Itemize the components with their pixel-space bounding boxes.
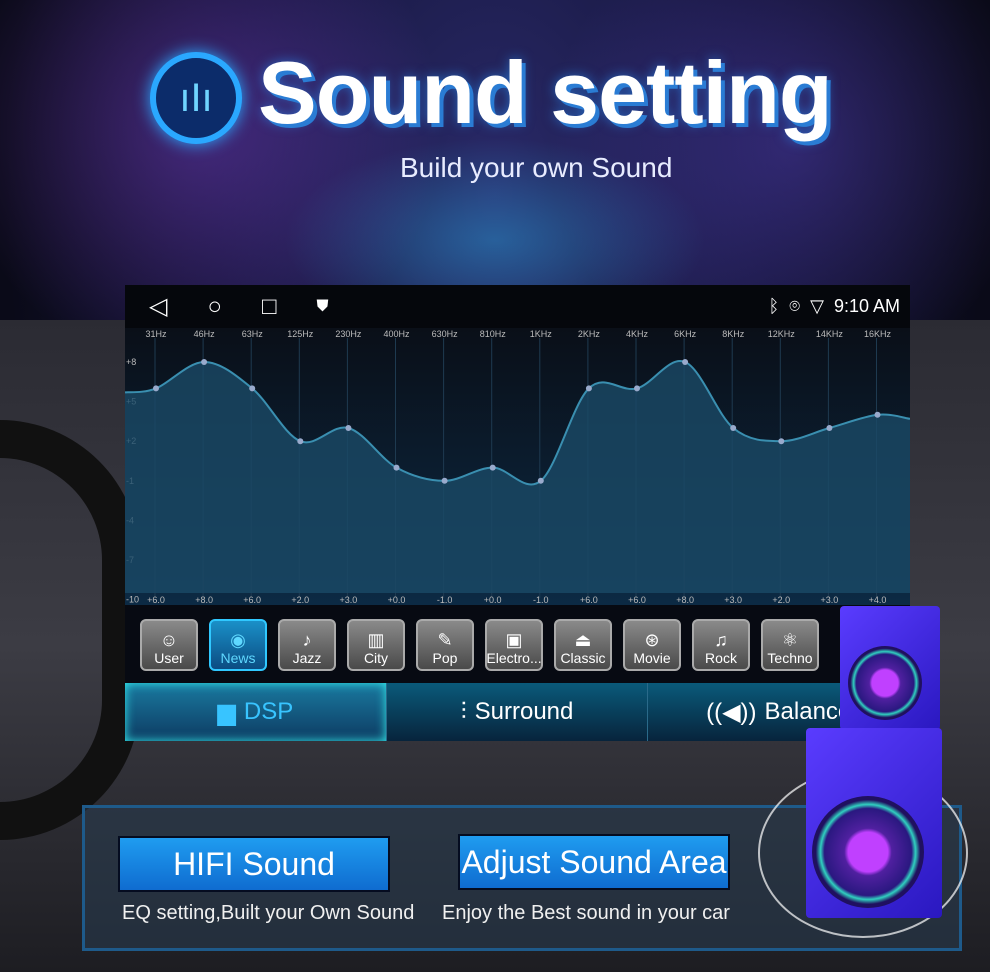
x-tick-label: 31Hz bbox=[145, 329, 167, 339]
value-label: +8.0 bbox=[676, 595, 694, 605]
speaker-bottom bbox=[806, 728, 942, 918]
value-label: -1.0 bbox=[437, 595, 453, 605]
gramophone-icon: ⏏ bbox=[574, 630, 592, 650]
recents-icon[interactable]: □ bbox=[262, 293, 277, 321]
preset-bar: ☺ User ◉ News ♪ Jazz ▥ City ✎ Pop ▣ Electro... ⏏ Clas… bbox=[125, 605, 910, 683]
eq-band-point bbox=[201, 359, 208, 365]
value-label: +6.0 bbox=[243, 595, 261, 605]
value-label: +0.0 bbox=[484, 595, 502, 605]
eq-band-point bbox=[585, 385, 592, 392]
building-icon: ▥ bbox=[367, 630, 385, 650]
x-tick-label: 6KHz bbox=[674, 329, 697, 339]
tab-dsp[interactable]: ▆ DSP bbox=[125, 683, 387, 741]
tab-surround[interactable]: ⫶ Surround bbox=[387, 683, 649, 741]
x-tick-label: 16KHz bbox=[864, 329, 892, 339]
eq-band-point bbox=[297, 438, 304, 445]
equalizer-bars-icon: ▆ bbox=[217, 698, 236, 726]
value-label: +6.0 bbox=[147, 595, 165, 605]
x-tick-label: 4KHz bbox=[626, 329, 649, 339]
preset-news-button[interactable]: ◉ News bbox=[209, 619, 267, 671]
adjust-sound-area-button[interactable]: Adjust Sound Area bbox=[458, 834, 730, 890]
eq-band-point bbox=[393, 464, 400, 471]
head-unit-screen: ◁ ○ □ ⛊ ᛒ ⌾ ▽ 9:10 AM 31Hz +6.0 46Hz +8.0 63… bbox=[125, 285, 911, 741]
eq-band-point bbox=[489, 464, 496, 471]
preset-classic-button[interactable]: ⏏ Classic bbox=[554, 619, 612, 671]
x-tick-label: 8KHz bbox=[722, 329, 745, 339]
preset-pop-button[interactable]: ✎ Pop bbox=[416, 619, 474, 671]
eq-band-point bbox=[874, 411, 881, 418]
tab-bar: ▆ DSP ⫶ Surround ((◀)) Balance bbox=[125, 683, 911, 741]
location-icon: ⌾ bbox=[789, 296, 801, 316]
x-tick-label: 400Hz bbox=[383, 329, 410, 339]
wifi-icon: ▽ bbox=[810, 296, 824, 316]
x-tick-label: 810Hz bbox=[480, 329, 507, 339]
saxophone-icon: ♪ bbox=[302, 630, 312, 650]
user-icon: ☺ bbox=[159, 630, 179, 650]
preset-city-button[interactable]: ▥ City bbox=[347, 619, 405, 671]
shield-icon: ⛊ bbox=[316, 297, 329, 315]
sliders-icon: ⫶ bbox=[460, 698, 467, 725]
x-tick-label: 12KHz bbox=[768, 329, 796, 339]
chip-icon: ▣ bbox=[505, 630, 523, 650]
page-title: Sound setting bbox=[258, 43, 833, 142]
eq-band-point bbox=[778, 438, 785, 445]
eq-band-point bbox=[345, 425, 352, 431]
value-label: +8.0 bbox=[195, 595, 213, 605]
eq-band-point bbox=[634, 385, 640, 392]
eq-band-point bbox=[537, 477, 544, 484]
x-tick-label: 46Hz bbox=[194, 329, 216, 339]
film-reel-icon: ⊛ bbox=[644, 630, 660, 650]
preset-jazz-button[interactable]: ♪ Jazz bbox=[278, 619, 336, 671]
value-label: +0.0 bbox=[388, 595, 406, 605]
x-tick-label: 2KHz bbox=[578, 329, 601, 339]
equalizer-icon: ıIı bbox=[150, 52, 242, 144]
preset-techno-button[interactable]: ⚛ Techno bbox=[761, 619, 819, 671]
news-icon: ◉ bbox=[230, 630, 246, 650]
preset-movie-button[interactable]: ⊛ Movie bbox=[623, 619, 681, 671]
eq-band-point bbox=[249, 385, 256, 392]
preset-electro-button[interactable]: ▣ Electro... bbox=[485, 619, 543, 671]
value-label: +2.0 bbox=[291, 595, 309, 605]
value-label: -1.0 bbox=[533, 595, 549, 605]
value-label: +3.0 bbox=[821, 595, 839, 605]
value-label: +4.0 bbox=[869, 595, 887, 605]
eq-band-point bbox=[682, 359, 689, 365]
y-tick-label: +8 bbox=[126, 357, 136, 367]
eq-band-point bbox=[153, 385, 159, 392]
y-tick-label: -10 bbox=[126, 595, 139, 605]
value-label: +2.0 bbox=[772, 595, 790, 605]
preset-rock-button[interactable]: ♫ Rock bbox=[692, 619, 750, 671]
eq-band-point bbox=[441, 477, 448, 484]
status-bar: ◁ ○ □ ⛊ ᛒ ⌾ ▽ 9:10 AM bbox=[125, 285, 910, 328]
eq-curve-fill bbox=[125, 361, 910, 593]
back-icon[interactable]: ◁ bbox=[149, 292, 167, 321]
x-tick-label: 14KHz bbox=[816, 329, 844, 339]
speaker-top bbox=[840, 606, 940, 730]
x-tick-label: 230Hz bbox=[335, 329, 362, 339]
speaker-icon: ((◀)) bbox=[706, 698, 757, 726]
atom-icon: ⚛ bbox=[781, 630, 799, 650]
hifi-sound-button[interactable]: HIFI Sound bbox=[118, 836, 390, 892]
home-icon[interactable]: ○ bbox=[207, 293, 222, 321]
preset-user-button[interactable]: ☺ User bbox=[140, 619, 198, 671]
value-label: +6.0 bbox=[628, 595, 646, 605]
x-tick-label: 63Hz bbox=[242, 329, 264, 339]
value-label: +3.0 bbox=[340, 595, 358, 605]
microphone-icon: ✎ bbox=[437, 630, 453, 650]
bluetooth-icon: ᛒ bbox=[768, 296, 780, 316]
eq-chart[interactable]: 31Hz +6.0 46Hz +8.0 63Hz +6.0 125Hz +2.0 230Hz +3… bbox=[125, 328, 910, 605]
x-tick-label: 630Hz bbox=[432, 329, 459, 339]
eq-band-point bbox=[730, 425, 737, 431]
x-tick-label: 125Hz bbox=[287, 329, 314, 339]
adjust-caption: Enjoy the Best sound in your car bbox=[442, 902, 730, 924]
x-tick-label: 1KHz bbox=[530, 329, 553, 339]
hifi-caption: EQ setting,Built your Own Sound bbox=[122, 902, 415, 924]
clock: 9:10 AM bbox=[833, 296, 900, 316]
page-subtitle: Build your own Sound bbox=[400, 152, 673, 183]
value-label: +3.0 bbox=[724, 595, 742, 605]
eq-band-point bbox=[826, 425, 833, 431]
guitar-icon: ♫ bbox=[714, 630, 728, 650]
value-label: +6.0 bbox=[580, 595, 598, 605]
